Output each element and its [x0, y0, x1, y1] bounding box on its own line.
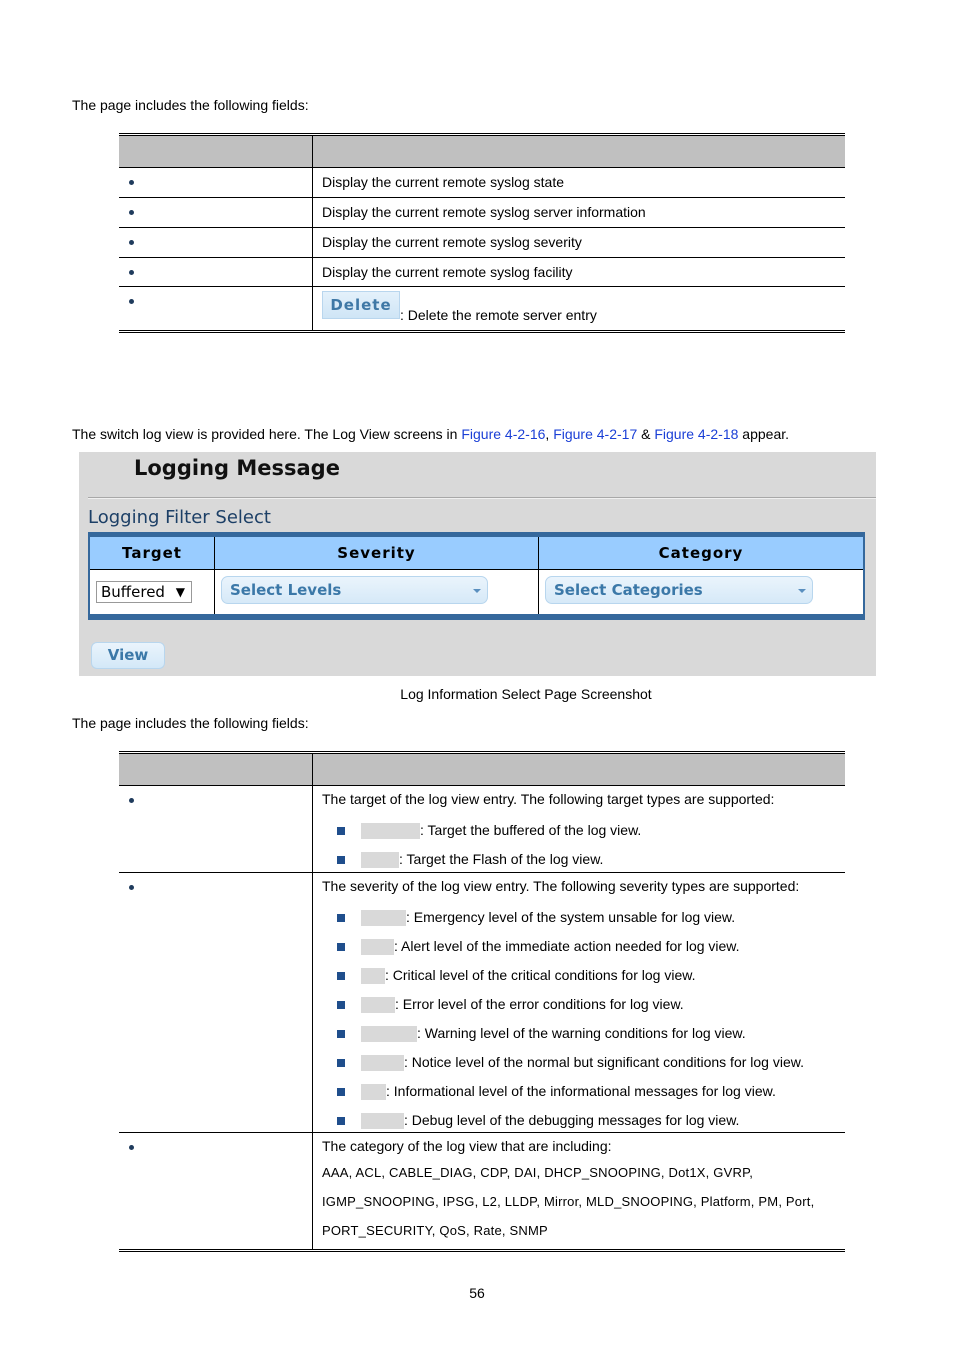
table-row: Display the current remote syslog state	[119, 168, 845, 198]
bullet-icon	[129, 240, 134, 245]
table-row: Delete: Delete the remote server entry	[119, 287, 845, 330]
field-description: The category of the log view that are in…	[322, 1138, 612, 1154]
square-bullet-icon	[337, 826, 345, 835]
square-bullet-icon	[337, 971, 345, 980]
table-header-row	[119, 754, 845, 786]
category-list-line: PORT_SECURITY, QoS, Rate, SNMP	[322, 1223, 548, 1238]
field-description: Display the current remote syslog severi…	[322, 234, 582, 250]
caret-down-icon	[798, 589, 806, 593]
field-description: Display the current remote syslog server…	[322, 204, 646, 220]
list-item: : Alert level of the immediate action ne…	[322, 932, 845, 961]
field-description: : Delete the remote server entry	[400, 307, 597, 323]
list-item: : Target the buffered of the log view.	[322, 816, 845, 845]
header-category: Category	[658, 544, 744, 562]
table-row-target: The target of the log view entry. The fo…	[119, 786, 845, 873]
dropdown-arrow-icon: ▼	[175, 585, 185, 599]
bullet-icon	[129, 180, 134, 185]
field-description: The severity of the log view entry. The …	[322, 878, 800, 894]
table-row: Display the current remote syslog facili…	[119, 258, 845, 287]
list-item: : Critical level of the critical conditi…	[322, 961, 845, 990]
square-bullet-icon	[337, 1000, 345, 1009]
log-view-fields-table: The target of the log view entry. The fo…	[119, 751, 845, 1252]
category-list-line: IGMP_SNOOPING, IPSG, L2, LLDP, Mirror, M…	[322, 1194, 815, 1209]
figure-caption: Log Information Select Page Screenshot	[400, 686, 652, 702]
table-row: Display the current remote syslog server…	[119, 198, 845, 228]
table-row-severity: The severity of the log view entry. The …	[119, 873, 845, 1133]
bullet-icon	[129, 1145, 134, 1150]
table-header-row	[119, 136, 845, 168]
square-bullet-icon	[337, 913, 345, 922]
intro-text-1: The page includes the following fields:	[72, 97, 309, 113]
bullet-icon	[129, 299, 134, 304]
remote-syslog-fields-table: Display the current remote syslog state …	[119, 133, 845, 333]
bullet-icon	[129, 885, 134, 890]
field-description: The target of the log view entry. The fo…	[322, 791, 775, 807]
figure-link-4-2-18[interactable]: Figure 4-2-18	[654, 426, 738, 442]
category-list-line: AAA, ACL, CABLE_DIAG, CDP, DAI, DHCP_SNO…	[322, 1165, 754, 1180]
square-bullet-icon	[337, 1087, 345, 1096]
bullet-icon	[129, 270, 134, 275]
header-target: Target	[90, 537, 215, 569]
caret-down-icon	[473, 589, 481, 593]
table-row: Display the current remote syslog severi…	[119, 228, 845, 258]
bullet-icon	[129, 210, 134, 215]
intro-text-3: The page includes the following fields:	[72, 715, 309, 731]
field-description: Display the current remote syslog state	[322, 174, 564, 190]
square-bullet-icon	[337, 855, 345, 864]
list-item: : Notice level of the normal but signifi…	[322, 1048, 845, 1077]
target-select[interactable]: Buffered ▼	[96, 581, 192, 603]
category-multiselect[interactable]: Select Categories	[545, 576, 813, 604]
list-item: : Target the Flash of the log view.	[322, 845, 845, 874]
square-bullet-icon	[337, 942, 345, 951]
screenshot-title: Logging Message	[134, 456, 340, 480]
severity-multiselect[interactable]: Select Levels	[221, 576, 488, 604]
view-button[interactable]: View	[91, 642, 165, 669]
field-description: Display the current remote syslog facili…	[322, 264, 573, 280]
figure-link-4-2-17[interactable]: Figure 4-2-17	[553, 426, 637, 442]
delete-button[interactable]: Delete	[322, 291, 400, 319]
list-item: : Warning level of the warning condition…	[322, 1019, 845, 1048]
bullet-icon	[129, 798, 134, 803]
logging-message-screenshot: Logging Message Logging Filter Select Ta…	[79, 452, 876, 676]
filter-section-title: Logging Filter Select	[88, 507, 271, 528]
logging-filter-table: Target Severity Category Buffered ▼ Sele…	[88, 532, 865, 620]
list-item: : Emergency level of the system unsable …	[322, 903, 845, 932]
intro-text-2: The switch log view is provided here. Th…	[72, 426, 790, 442]
header-severity: Severity	[215, 537, 539, 569]
figure-link-4-2-16[interactable]: Figure 4-2-16	[461, 426, 545, 442]
list-item: : Debug level of the debugging messages …	[322, 1106, 845, 1135]
list-item: : Error level of the error conditions fo…	[322, 990, 845, 1019]
square-bullet-icon	[337, 1058, 345, 1067]
page-number: 56	[469, 1285, 485, 1301]
table-row-category: The category of the log view that are in…	[119, 1133, 845, 1249]
list-item: : Informational level of the information…	[322, 1077, 845, 1106]
square-bullet-icon	[337, 1116, 345, 1125]
square-bullet-icon	[337, 1029, 345, 1038]
divider	[88, 497, 876, 499]
